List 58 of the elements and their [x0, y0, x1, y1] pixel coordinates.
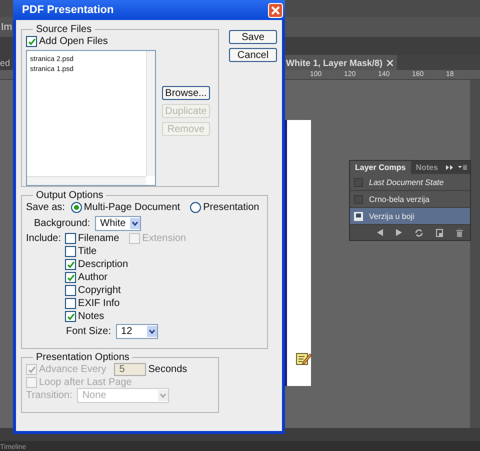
checkbox-label: Title	[78, 246, 97, 257]
radio-button[interactable]	[190, 202, 202, 213]
checkbox-label: Add Open Files	[39, 36, 108, 47]
checkbox-label: Copyright	[78, 285, 121, 296]
dialog-button[interactable]: Browse...	[162, 86, 210, 100]
unit-label: Seconds	[148, 364, 188, 375]
checkbox-label: Author	[78, 272, 108, 283]
font-size-dropdown[interactable]: 12	[116, 324, 158, 339]
window-title: PDF Presentation	[21, 4, 114, 16]
previous-icon[interactable]	[377, 229, 383, 236]
group-title: Output Options	[35, 190, 104, 201]
radio-label: Presentation	[203, 202, 260, 213]
radio-label: Multi-Page Document	[84, 202, 180, 213]
scrollbar[interactable]	[146, 51, 155, 176]
checkbox-label: Filename	[78, 233, 120, 244]
panel-tab[interactable]: Notes	[410, 161, 443, 174]
checkbox[interactable]	[26, 36, 37, 47]
field-label: Include:	[26, 232, 62, 245]
menu-item[interactable]: Im	[0, 22, 12, 32]
checkbox-label: Loop after Last Page	[39, 377, 132, 388]
next-icon[interactable]	[396, 229, 402, 236]
dialog-button[interactable]: Save	[229, 30, 277, 44]
field-label: Transition:	[26, 390, 72, 401]
note-icon[interactable]	[296, 351, 312, 366]
checkbox-label: Advance Every	[39, 364, 106, 375]
checkbox-label: Extension	[142, 233, 186, 244]
checkbox-label: Description	[78, 259, 128, 270]
background-dropdown[interactable]: White	[95, 216, 142, 230]
document-tab[interactable]: ed	[0, 55, 12, 70]
refresh-icon[interactable]	[415, 228, 423, 236]
field-label: Font Size:	[66, 326, 112, 337]
field-label: Save as:	[26, 202, 65, 213]
layer-comp-row[interactable]: Verzija u boji	[350, 208, 470, 225]
checkbox[interactable]	[65, 233, 76, 244]
applied-comp-icon[interactable]	[354, 212, 363, 220]
group-title: Presentation Options	[35, 352, 130, 363]
panel-tab[interactable]: Layer Comps	[350, 161, 411, 174]
checkbox[interactable]	[65, 311, 76, 322]
checkbox[interactable]	[65, 259, 76, 270]
trash-icon[interactable]	[456, 228, 463, 236]
checkbox[interactable]	[65, 246, 76, 257]
group-title: Source Files	[35, 24, 93, 35]
field-label: Background:	[34, 218, 90, 228]
dialog-button[interactable]: Cancel	[229, 48, 277, 62]
checkbox[interactable]	[65, 285, 76, 296]
checkbox[interactable]	[65, 272, 76, 283]
checkbox[interactable]	[65, 298, 76, 309]
scrollbar[interactable]	[27, 176, 146, 185]
checkbox-label: EXIF Info	[78, 298, 120, 309]
new-icon[interactable]	[436, 228, 443, 236]
menu-icon[interactable]	[458, 164, 467, 170]
close-icon[interactable]	[386, 60, 393, 66]
checkbox-label: Notes	[78, 311, 104, 322]
layer-comp-row[interactable]: Last Document State	[350, 174, 470, 191]
radio-button[interactable]	[70, 202, 82, 213]
layer-comp-row[interactable]: Crno-bela verzija	[350, 191, 470, 208]
expand-icon[interactable]	[446, 165, 454, 170]
document-tab[interactable]: White 1, Layer Mask/8)	[284, 55, 397, 70]
